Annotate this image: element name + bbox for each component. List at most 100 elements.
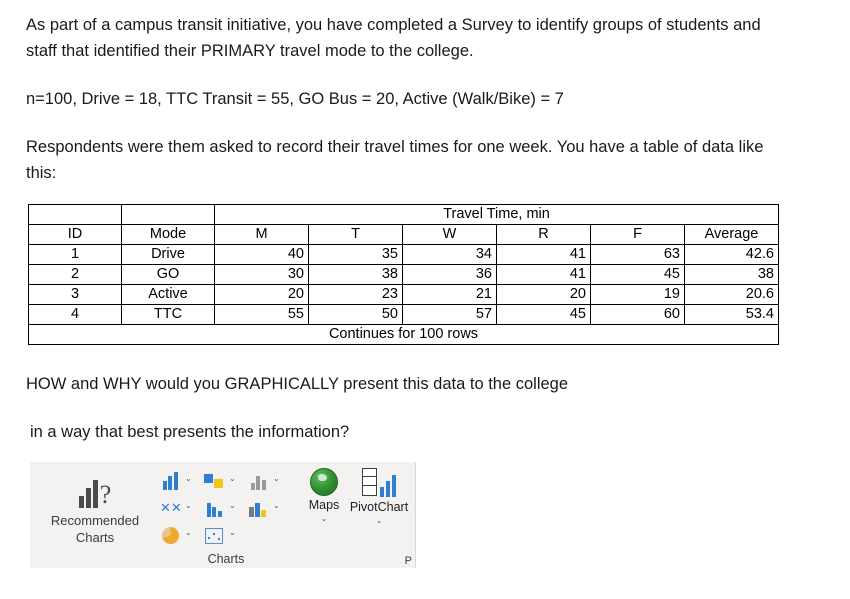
cell-t: 50 <box>308 304 403 325</box>
chevron-down-icon[interactable]: ⌄ <box>185 502 192 510</box>
waterfall-chart-icon <box>202 468 226 490</box>
pie-chart-button[interactable]: ⌄ <box>156 521 200 546</box>
cell-id: 1 <box>28 244 122 265</box>
recommended-charts-label-line2: Charts <box>75 529 115 545</box>
chevron-down-icon[interactable]: ⌄ <box>302 514 346 523</box>
cell-mode: Active <box>121 284 215 305</box>
statistic-chart-icon <box>202 495 226 517</box>
column-chart-icon <box>158 468 182 490</box>
ribbon-right-tag: P <box>404 554 412 567</box>
cell-average: 42.6 <box>684 244 779 265</box>
travel-time-table: Travel Time, min ID Mode M T W R F Avera… <box>28 204 779 345</box>
charts-row-3: ⌄ ⌄ <box>156 520 296 547</box>
cell-t: 38 <box>308 264 403 285</box>
column-header-m: M <box>214 224 309 245</box>
charts-row-1: ⌄ ⌄ ⌄ <box>156 466 296 493</box>
chevron-down-icon[interactable]: ⌄ <box>348 516 410 525</box>
cell-m: 30 <box>214 264 309 285</box>
paragraph-intro: As part of a campus transit initiative, … <box>26 16 761 60</box>
excel-charts-ribbon: ? Recommended Charts ⌄ ⌄ ⌄ ✕✕ ⌄ ⌄ ⌄ ⌄ ⌄ … <box>30 461 416 568</box>
table-footer-note: Continues for 100 rows <box>28 324 779 345</box>
cell-mode: GO <box>121 264 215 285</box>
pie-chart-icon <box>158 522 182 544</box>
chevron-down-icon[interactable]: ⌄ <box>185 475 192 483</box>
paragraph-sample-sizes: n=100, Drive = 18, TTC Transit = 55, GO … <box>26 90 564 108</box>
column-header-r: R <box>496 224 591 245</box>
globe-icon <box>310 467 338 496</box>
column-header-average: Average <box>684 224 779 245</box>
cell-id: 4 <box>28 304 122 325</box>
pivotchart-icon <box>362 467 396 498</box>
cell-f: 63 <box>590 244 685 265</box>
cell-average: 53.4 <box>684 304 779 325</box>
recommended-charts-button[interactable]: ? Recommended Charts <box>36 466 154 546</box>
column-header-f: F <box>590 224 685 245</box>
chevron-down-icon[interactable]: ⌄ <box>273 475 280 483</box>
question-line-2: in a way that best presents the informat… <box>30 423 350 441</box>
hierarchy-chart-button[interactable]: ⌄ <box>244 467 288 492</box>
column-header-mode: Mode <box>121 224 215 245</box>
combo-chart-button[interactable]: ⌄ <box>244 494 288 519</box>
chevron-down-icon[interactable]: ⌄ <box>229 529 236 537</box>
combo-chart-icon <box>246 495 270 517</box>
cell-m: 55 <box>214 304 309 325</box>
charts-gallery: ⌄ ⌄ ⌄ ✕✕ ⌄ ⌄ ⌄ ⌄ ⌄ <box>156 466 296 547</box>
table-row: 4 TTC 55 50 57 45 60 53.4 <box>28 304 779 325</box>
cell-r: 20 <box>496 284 591 305</box>
blank-cell-mode <box>121 204 215 225</box>
statistic-chart-button[interactable]: ⌄ <box>200 494 244 519</box>
chevron-down-icon[interactable]: ⌄ <box>229 502 236 510</box>
cell-r: 45 <box>496 304 591 325</box>
cell-w: 21 <box>402 284 497 305</box>
table-row: 3 Active 20 23 21 20 19 20.6 <box>28 284 779 305</box>
recommended-charts-icon: ? <box>36 466 154 508</box>
sparkline-chart-icon <box>202 522 226 544</box>
cell-w: 34 <box>402 244 497 265</box>
cell-m: 20 <box>214 284 309 305</box>
table-row-group-header: Travel Time, min <box>28 204 779 225</box>
cell-f: 60 <box>590 304 685 325</box>
paragraph-travel-times: Respondents were them asked to record th… <box>26 138 764 182</box>
group-header-travel-time: Travel Time, min <box>214 204 779 225</box>
column-header-w: W <box>402 224 497 245</box>
cell-t: 35 <box>308 244 403 265</box>
cell-t: 23 <box>308 284 403 305</box>
table-row-footer: Continues for 100 rows <box>28 324 779 345</box>
cell-id: 3 <box>28 284 122 305</box>
cell-average: 38 <box>684 264 779 285</box>
cell-r: 41 <box>496 244 591 265</box>
cell-id: 2 <box>28 264 122 285</box>
question-line-1: HOW and WHY would you GRAPHICALLY presen… <box>26 375 569 393</box>
cell-mode: TTC <box>121 304 215 325</box>
cell-f: 45 <box>590 264 685 285</box>
scatter-chart-icon: ✕✕ <box>160 500 182 515</box>
hierarchy-chart-icon <box>246 468 270 490</box>
waterfall-chart-button[interactable]: ⌄ <box>200 467 244 492</box>
cell-w: 57 <box>402 304 497 325</box>
blank-cell-id <box>28 204 122 225</box>
column-chart-button[interactable]: ⌄ <box>156 467 200 492</box>
pivotchart-button[interactable]: PivotChart ⌄ <box>348 467 410 525</box>
table-row: 1 Drive 40 35 34 41 63 42.6 <box>28 244 779 265</box>
chevron-down-icon[interactable]: ⌄ <box>229 475 236 483</box>
cell-m: 40 <box>214 244 309 265</box>
table-row: 2 GO 30 38 36 41 45 38 <box>28 264 779 285</box>
chevron-down-icon[interactable]: ⌄ <box>273 502 280 510</box>
recommended-charts-label-line1: Recommended <box>50 512 140 528</box>
column-header-id: ID <box>28 224 122 245</box>
pivotchart-label: PivotChart <box>349 499 409 514</box>
cell-mode: Drive <box>121 244 215 265</box>
charts-group-label: Charts <box>207 551 245 566</box>
maps-label: Maps <box>308 497 340 512</box>
cell-average: 20.6 <box>684 284 779 305</box>
sparkline-chart-button[interactable]: ⌄ <box>200 521 244 546</box>
document-page: As part of a campus transit initiative, … <box>0 0 850 599</box>
maps-button[interactable]: Maps ⌄ <box>302 467 346 523</box>
cell-w: 36 <box>402 264 497 285</box>
charts-row-2: ✕✕ ⌄ ⌄ ⌄ <box>156 493 296 520</box>
column-header-t: T <box>308 224 403 245</box>
cell-r: 41 <box>496 264 591 285</box>
chevron-down-icon[interactable]: ⌄ <box>185 529 192 537</box>
cell-f: 19 <box>590 284 685 305</box>
scatter-chart-button[interactable]: ✕✕ ⌄ <box>156 494 200 519</box>
